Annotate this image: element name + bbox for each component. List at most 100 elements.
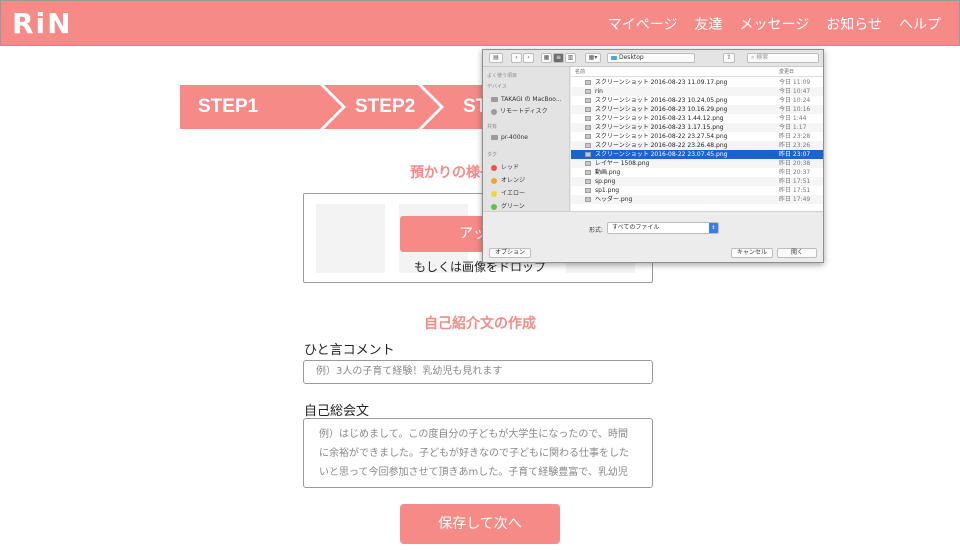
tag-orange[interactable]: オレンジ [491,175,525,184]
favorites-heading: よく使う項目 [487,73,518,79]
list-view-icon[interactable]: ≡ [553,53,564,63]
tags-heading: タグ [487,152,498,158]
icon-view-icon[interactable]: ▦ [541,53,552,63]
laptop-icon [491,97,498,102]
tag-red[interactable]: レッド [491,162,519,171]
tag-dot-icon [491,177,497,184]
dialog-toolbar: ▤ ‹ › ▦ ≡ ▥ ▦▾ Desktop ⇧ ⌕ 検索 [483,50,823,67]
nav-notifications[interactable]: お知らせ [826,14,882,34]
file-name: 動画.png [595,169,621,176]
comment-input[interactable]: 例）3人の子育て経験！乳幼児も見れます [303,360,653,384]
file-row[interactable]: スクリーンショット 2016-08-22 23.27.54.png 昨日 23:2… [571,132,823,141]
file-row[interactable]: スクリーンショット 2016-08-23 10.24.05.png 今日 10:2… [571,96,823,105]
nav-mypage[interactable]: マイページ [608,14,678,34]
file-name: レイヤー 1508.png [595,160,650,167]
file-icon [585,134,591,139]
devices-heading: デバイス [487,84,507,90]
bio-placeholder-line: 例）はじめまして。この度自分の子どもが大学生になったので、時間 [319,429,628,440]
disc-icon [491,108,497,115]
file-row[interactable]: スクリーンショット 2016-08-23 10.16.29.png 今日 10:1… [571,105,823,114]
file-date: 昨日 17:51 [779,178,811,185]
shared-heading: 共有 [487,124,498,130]
step-indicator: STEP1 STEP2 ST [180,85,510,129]
file-date: 今日 1:17 [779,124,807,131]
file-name: スクリーンショット 2016-08-22 23.07.45.png [595,151,728,158]
file-row[interactable]: スクリーンショット 2016-08-22 23.07.45.png 昨日 23:0… [571,150,823,159]
column-name[interactable]: 名前 [575,67,585,77]
bio-placeholder-line: に余裕ができました。子どもが好きなので子どもに関わる仕事をした [319,448,629,459]
file-icon [585,179,591,184]
file-icon [585,188,591,193]
file-row[interactable]: ヘッダー.png 昨日 17:49 [571,195,823,204]
file-icon [585,89,591,94]
column-date[interactable]: 変更日 [779,67,794,77]
save-next-button[interactable]: 保存して次へ [400,504,560,544]
file-icon [585,80,591,85]
back-icon[interactable]: ‹ [511,53,522,63]
select-arrow-icon: ⇕ [709,223,718,233]
cancel-button[interactable]: キャンセル [731,248,773,258]
file-row[interactable]: レイヤー 1508.png 昨日 20:38 [571,159,823,168]
tag-green[interactable]: グリーン [491,201,525,210]
file-name: ヘッダー.png [595,196,633,203]
file-row[interactable]: 動画.png 昨日 20:37 [571,168,823,177]
file-date: 昨日 23:28 [779,133,811,140]
global-nav: マイページ 友達 メッセージ お知らせ ヘルプ [591,1,941,47]
file-name: スクリーンショット 2016-08-23 10.16.29.png [595,106,728,113]
options-button[interactable]: オプション [489,248,531,258]
file-icon [585,125,591,130]
file-list-header: 名前 変更日 [571,67,823,77]
file-date: 昨日 23:26 [779,142,811,149]
bio-label: 自己総会文 [304,404,370,419]
forward-icon[interactable]: › [523,53,534,63]
file-date: 今日 10:47 [779,88,811,95]
file-date: 昨日 23:07 [779,151,811,158]
file-date: 昨日 20:38 [779,160,811,167]
bio-textarea[interactable]: 例）はじめまして。この度自分の子どもが大学生になったので、時間 に余裕ができまし… [303,418,653,488]
sidebar-toggle-icon[interactable]: ▤ [489,53,503,63]
search-field[interactable]: ⌕ 検索 [747,53,819,63]
file-row[interactable]: rin 今日 10:47 [571,87,823,96]
file-row[interactable]: スクリーンショット 2016-08-23 1.44.12.png 今日 1:44 [571,114,823,123]
file-icon [585,116,591,121]
tag-dot-icon [491,190,497,197]
tag-dot-icon [491,203,497,210]
file-list: 名前 変更日 スクリーンショット 2016-08-23 11.09.17.png… [571,67,823,211]
format-label: 形式: [589,227,604,234]
file-icon [585,143,591,148]
share-icon[interactable]: ⇧ [723,53,735,63]
site-logo[interactable]: RiN [12,6,73,42]
file-open-dialog: ▤ ‹ › ▦ ≡ ▥ ▦▾ Desktop ⇧ ⌕ 検索 よく使う項目 デバイ… [482,49,824,263]
nav-friends[interactable]: 友達 [695,14,723,34]
file-row[interactable]: スクリーンショット 2016-08-23 11.09.17.png 今日 11:0… [571,78,823,87]
file-name: rin [595,88,603,95]
file-name: スクリーンショット 2016-08-23 1.44.12.png [595,115,724,122]
file-icon [585,170,591,175]
file-row[interactable]: sp1.png 昨日 17:51 [571,186,823,195]
bio-placeholder-line: いと思って今回参加させて頂きあmした。子育て経験豊富で、乳幼児 [319,467,628,478]
file-name: スクリーンショット 2016-08-23 11.09.17.png [595,79,728,86]
file-row[interactable]: sp.png 昨日 17:51 [571,177,823,186]
intro-section-title: 自己紹介文の作成 [424,316,536,332]
arrange-icon[interactable]: ▦▾ [585,53,601,63]
comment-label: ひと言コメント [304,343,395,358]
column-view-icon[interactable]: ▥ [565,53,576,63]
nav-messages[interactable]: メッセージ [740,14,810,34]
sidebar-remote-disc[interactable]: リモートディスク [491,106,548,115]
location-popup[interactable]: Desktop [607,53,695,63]
dialog-sidebar: よく使う項目 デバイス TAKAGI の MacBoo... リモートディスク … [483,67,570,211]
sidebar-device-mac[interactable]: TAKAGI の MacBoo... [491,94,562,103]
file-row[interactable]: スクリーンショット 2016-08-22 23.26.48.png 昨日 23:2… [571,141,823,150]
sidebar-shared-printer[interactable]: pr-400ne [491,134,528,141]
open-button[interactable]: 開く [777,248,817,258]
file-row[interactable]: スクリーンショット 2016-08-23 1.17.15.png 今日 1:17 [571,123,823,132]
tag-yellow[interactable]: イエロー [491,188,525,197]
dialog-buttons: オプション キャンセル 開く [483,245,823,262]
format-select[interactable]: すべてのファイル ⇕ [607,222,719,234]
file-date: 昨日 17:49 [779,196,811,203]
tag-dot-icon [491,164,497,171]
network-icon [491,135,498,140]
file-date: 今日 10:16 [779,106,811,113]
file-date: 昨日 17:51 [779,187,811,194]
nav-help[interactable]: ヘルプ [899,14,941,34]
